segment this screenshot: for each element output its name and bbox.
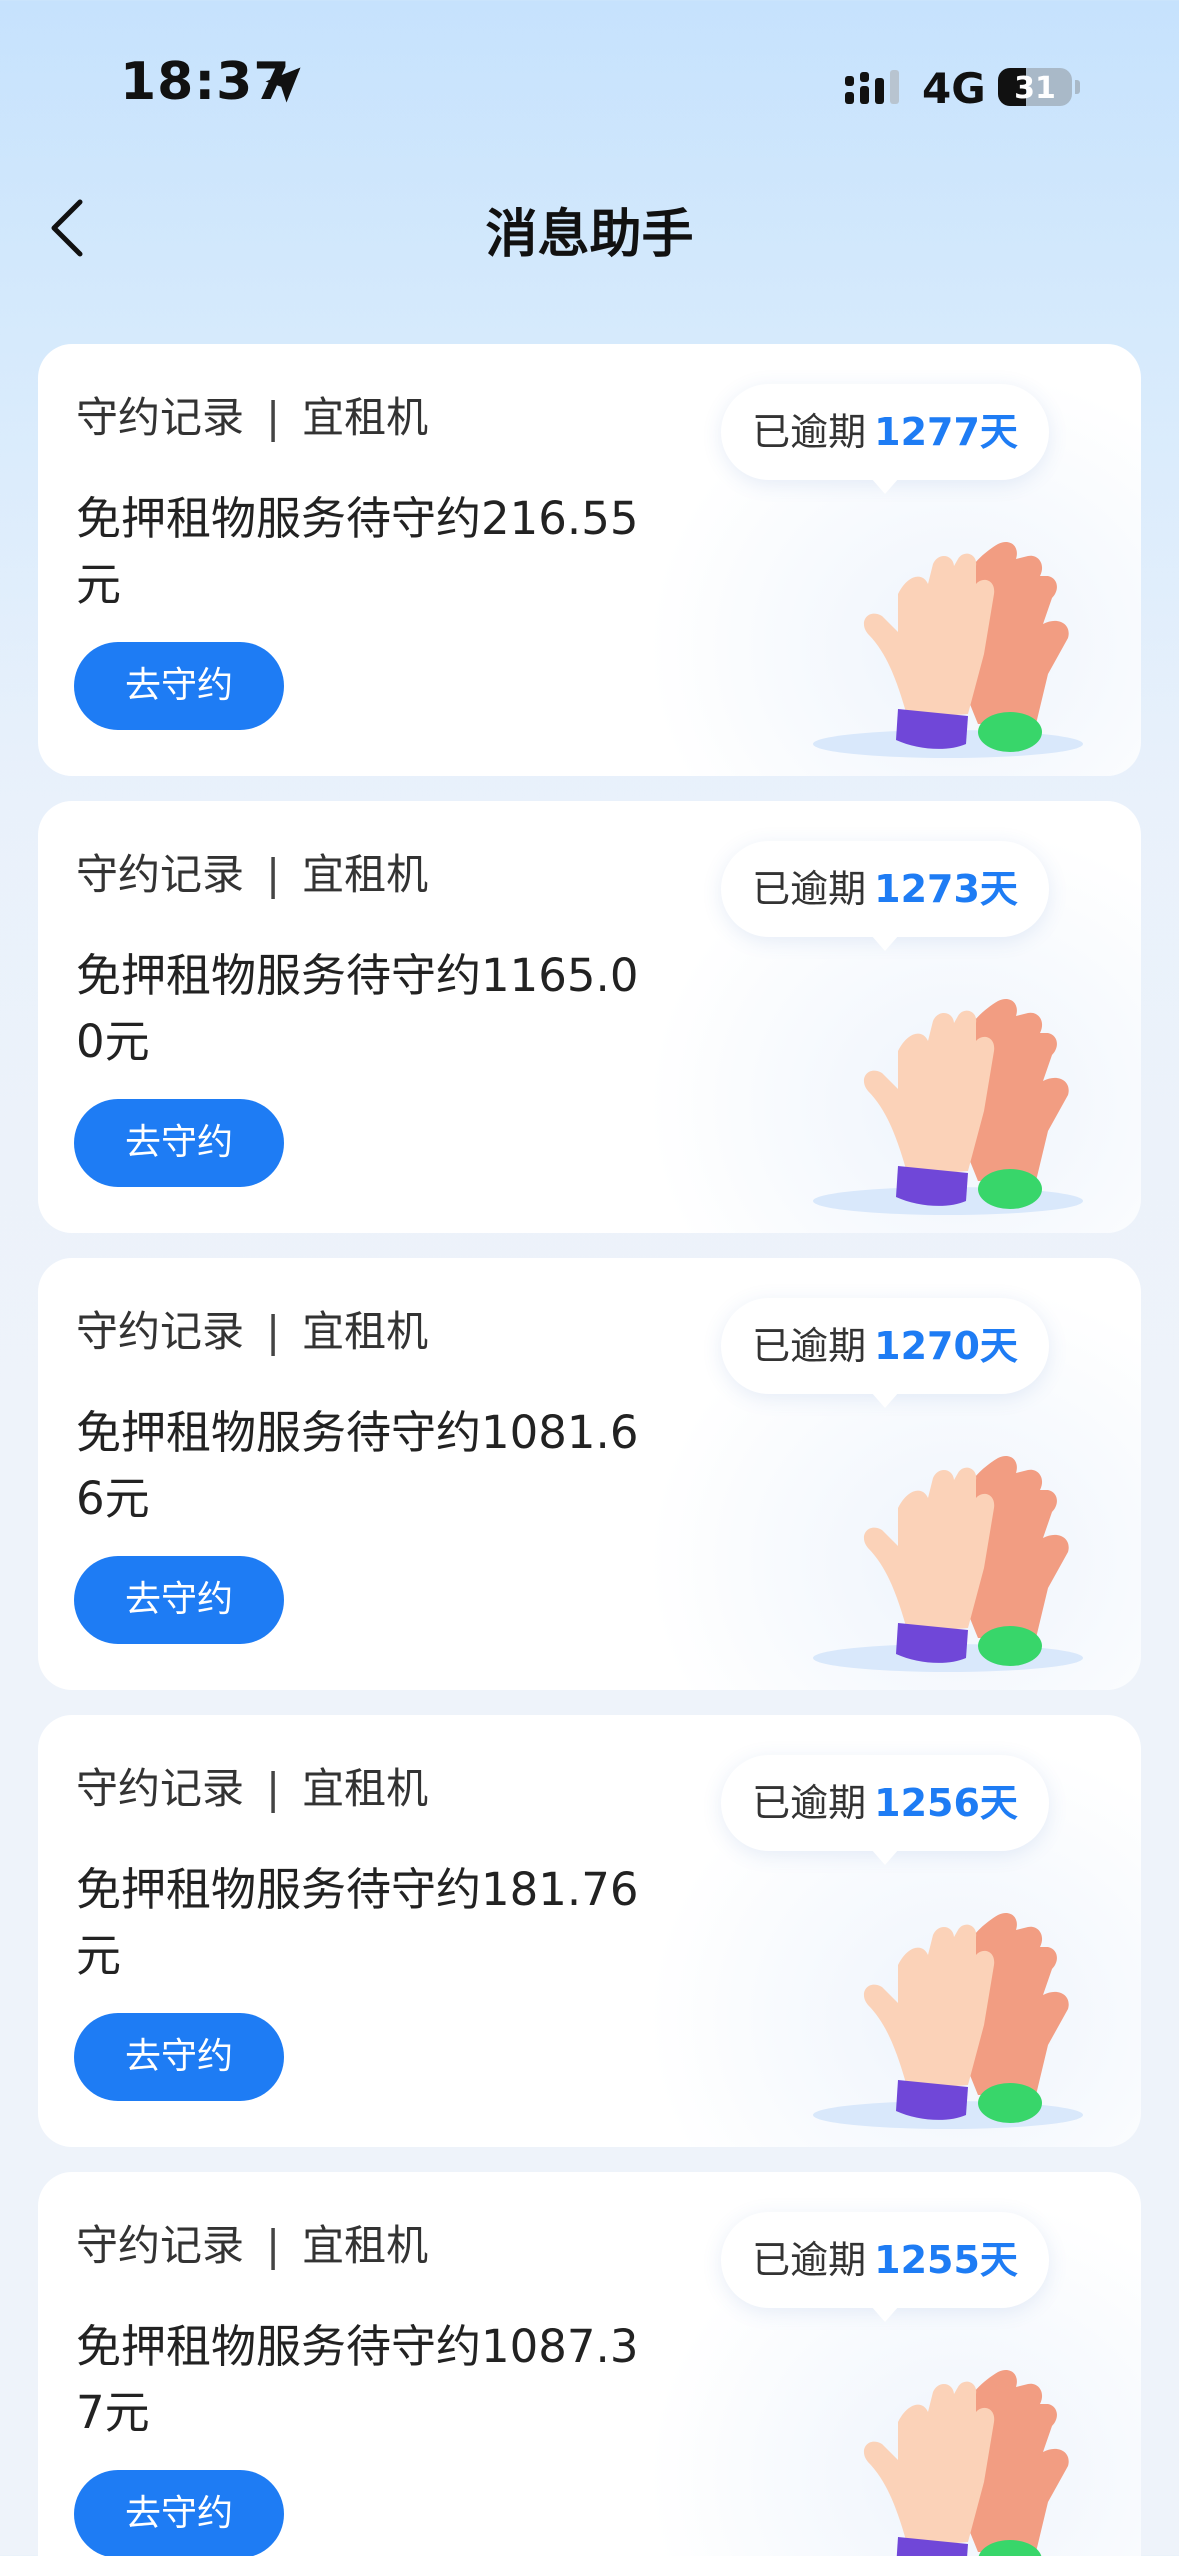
- location-arrow-icon: [265, 67, 301, 103]
- card-header: 守约记录 | 宜租机: [76, 841, 428, 902]
- card-category: 守约记录: [76, 850, 245, 899]
- battery-level: 31: [1014, 71, 1056, 106]
- card-category: 守约记录: [76, 393, 245, 442]
- card-merchant: 宜租机: [302, 2221, 429, 2270]
- status-bar: 18:37 4G 31: [0, 0, 1179, 170]
- cellular-signal-icon: [845, 70, 899, 104]
- overdue-badge: 已逾期 1270天: [721, 1298, 1049, 1408]
- battery-icon: 31: [998, 68, 1072, 106]
- overdue-days: 1256天: [874, 1781, 1018, 1825]
- card-header: 守约记录 | 宜租机: [76, 1755, 428, 1816]
- card-message: 免押租物服务待守约1081.66元: [76, 1406, 639, 1525]
- message-card[interactable]: 守约记录 | 宜租机 免押租物服务待守约1081.66元 去守约 已逾期 1270天: [38, 1258, 1141, 1690]
- card-header: 守约记录 | 宜租机: [76, 2212, 428, 2273]
- card-separator: |: [266, 2221, 281, 2270]
- high-five-hands-icon: [863, 2369, 1069, 2556]
- card-message: 免押租物服务待守约216.55元: [76, 492, 639, 611]
- overdue-badge: 已逾期 1277天: [721, 384, 1049, 494]
- card-separator: |: [266, 1307, 281, 1356]
- network-type: 4G: [922, 64, 986, 113]
- card-header: 守约记录 | 宜租机: [76, 384, 428, 445]
- overdue-badge: 已逾期 1256天: [721, 1755, 1049, 1865]
- card-category: 守约记录: [76, 2221, 245, 2270]
- card-merchant: 宜租机: [302, 393, 429, 442]
- overdue-days: 1255天: [874, 2238, 1018, 2282]
- overdue-label: 已逾期: [752, 410, 867, 454]
- overdue-days: 1270天: [874, 1324, 1018, 1368]
- card-separator: |: [266, 393, 281, 442]
- high-five-hands-icon: [813, 541, 1083, 758]
- overdue-label: 已逾期: [752, 867, 867, 911]
- overdue-label: 已逾期: [752, 1324, 867, 1368]
- card-header: 守约记录 | 宜租机: [76, 1298, 428, 1359]
- card-separator: |: [266, 850, 281, 899]
- card-message: 免押租物服务待守约1165.00元: [76, 949, 639, 1068]
- fulfill-button[interactable]: 去守约: [74, 2013, 284, 2101]
- overdue-label: 已逾期: [752, 1781, 867, 1825]
- battery-cap: [1075, 80, 1080, 94]
- card-merchant: 宜租机: [302, 850, 429, 899]
- fulfill-button[interactable]: 去守约: [74, 2470, 284, 2556]
- card-category: 守约记录: [76, 1764, 245, 1813]
- overdue-label: 已逾期: [752, 2238, 867, 2282]
- page-title: 消息助手: [485, 205, 694, 265]
- card-message: 免押租物服务待守约181.76元: [76, 1863, 639, 1982]
- fulfill-button[interactable]: 去守约: [74, 1556, 284, 1644]
- overdue-badge: 已逾期 1273天: [721, 841, 1049, 951]
- message-list: 守约记录 | 宜租机 免押租物服务待守约216.55元 去守约 已逾期 1277天 守…: [38, 344, 1141, 2556]
- high-five-hands-icon: [813, 1455, 1083, 1672]
- message-card[interactable]: 守约记录 | 宜租机 免押租物服务待守约216.55元 去守约 已逾期 1277天: [38, 344, 1141, 776]
- high-five-hands-icon: [813, 998, 1083, 1215]
- overdue-badge: 已逾期 1255天: [721, 2212, 1049, 2322]
- fulfill-button[interactable]: 去守约: [74, 642, 284, 730]
- message-card[interactable]: 守约记录 | 宜租机 免押租物服务待守约1087.37元 去守约 已逾期 1255天: [38, 2172, 1141, 2556]
- overdue-days: 1277天: [874, 410, 1018, 454]
- card-merchant: 宜租机: [302, 1764, 429, 1813]
- card-message: 免押租物服务待守约1087.37元: [76, 2320, 639, 2439]
- message-card[interactable]: 守约记录 | 宜租机 免押租物服务待守约1165.00元 去守约 已逾期 1273天: [38, 801, 1141, 1233]
- overdue-days: 1273天: [874, 867, 1018, 911]
- message-card[interactable]: 守约记录 | 宜租机 免押租物服务待守约181.76元 去守约 已逾期 1256天: [38, 1715, 1141, 2147]
- card-separator: |: [266, 1764, 281, 1813]
- card-merchant: 宜租机: [302, 1307, 429, 1356]
- card-category: 守约记录: [76, 1307, 245, 1356]
- fulfill-button[interactable]: 去守约: [74, 1099, 284, 1187]
- high-five-hands-icon: [813, 1912, 1083, 2129]
